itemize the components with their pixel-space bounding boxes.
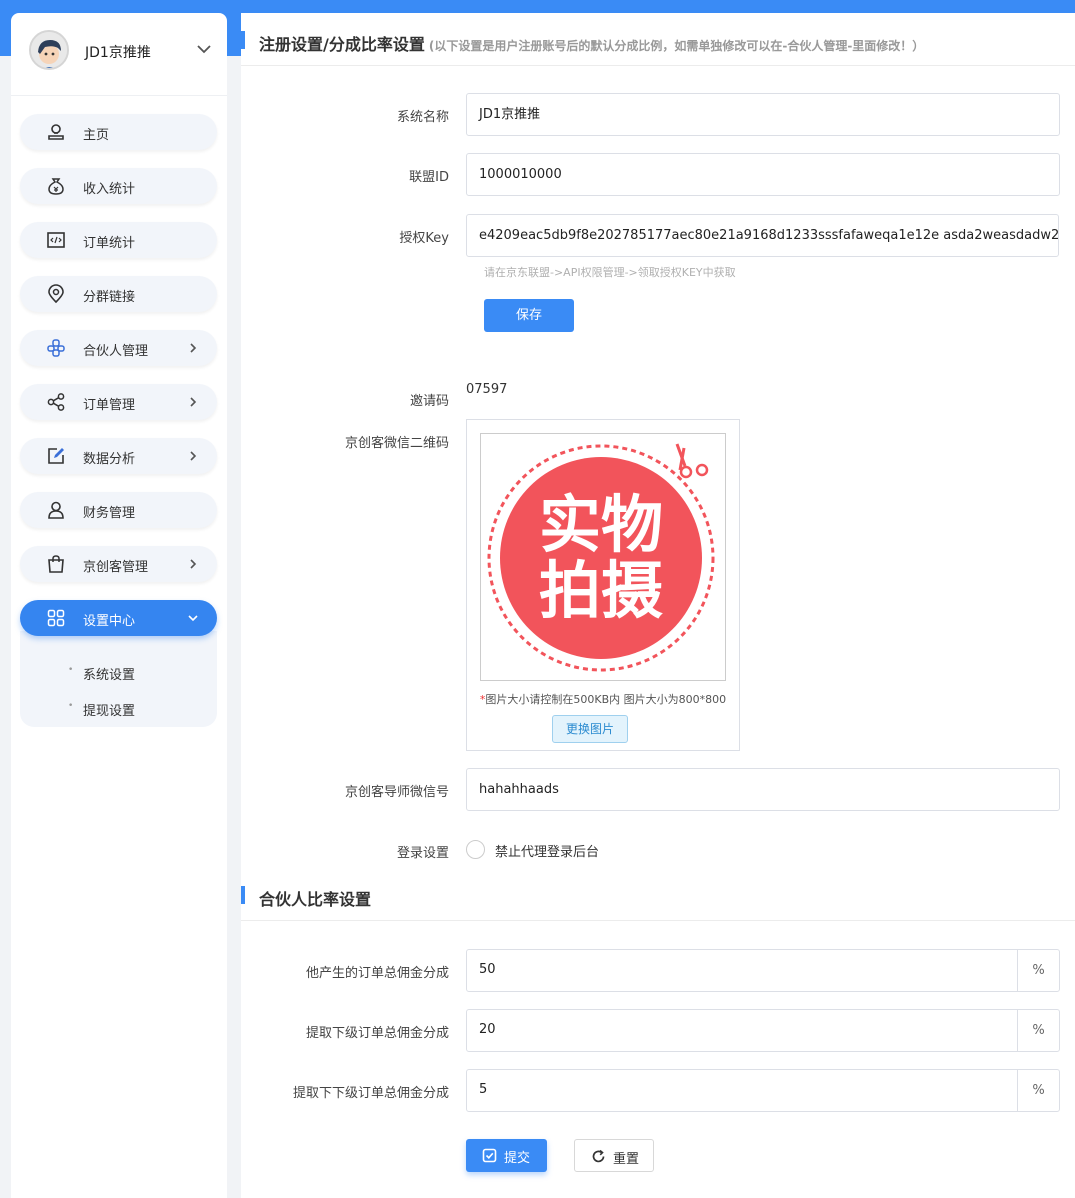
- sidebar-subitem-label: 系统设置: [83, 668, 136, 683]
- person-icon: [48, 501, 64, 519]
- chevron-right-icon: [190, 343, 197, 353]
- sidebar-item-jck-mgmt[interactable]: 京创客管理: [20, 546, 217, 582]
- user-profile[interactable]: JD1京推推: [11, 13, 227, 96]
- sidebar-item-label: 分群链接: [83, 290, 136, 305]
- rate-input-subsub-orders[interactable]: 5 %: [466, 1069, 1060, 1112]
- rate-input-sub-orders[interactable]: 20 %: [466, 1009, 1060, 1052]
- sidebar-subitem-system-settings[interactable]: • 系统设置: [20, 661, 217, 685]
- section-note: (以下设置是用户注册账号后的默认分成比例，如需单独修改可以在-合伙人管理-里面修…: [428, 39, 925, 53]
- qr-code-image: 实物 拍摄: [480, 433, 726, 681]
- auth-key-input[interactable]: e4209eac5db9f8e202785177aec80e21a9168d12…: [466, 214, 1059, 257]
- sidebar-item-income-stats[interactable]: 收入统计: [20, 168, 217, 204]
- sidebar-item-group-link[interactable]: 分群链接: [20, 276, 217, 312]
- percent-suffix: %: [1017, 950, 1059, 991]
- disable-agent-login-label[interactable]: 禁止代理登录后台: [495, 841, 599, 860]
- rate-value: 20: [479, 1022, 496, 1037]
- percent-suffix: %: [1017, 1010, 1059, 1051]
- sidebar-item-order-stats[interactable]: 订单统计: [20, 222, 217, 258]
- qr-upload-box: 实物 拍摄 *图片大小请控制在500KB内 图片大小为800*800 更换图片: [466, 419, 740, 751]
- rate-value: 5: [479, 1082, 488, 1097]
- user-badge-icon: [48, 124, 64, 140]
- auth-key-label: 授权Key: [399, 231, 449, 246]
- union-id-label: 联盟ID: [409, 170, 449, 185]
- submit-button[interactable]: 提交: [466, 1139, 547, 1172]
- sidebar: JD1京推推 主页 收入统计 订单统计 分群链接 合伙人管理 订单管理 数据分析…: [11, 13, 227, 1198]
- sidebar-item-finance-mgmt[interactable]: 财务管理: [20, 492, 217, 528]
- money-bag-icon: [48, 178, 64, 195]
- refresh-icon: [592, 1149, 605, 1163]
- divider: [241, 65, 1075, 66]
- mentor-wechat-label: 京创客导师微信号: [344, 785, 449, 800]
- sidebar-item-label: 主页: [83, 128, 110, 143]
- sidebar-subitem-label: 提现设置: [83, 704, 136, 719]
- avatar: [29, 30, 69, 70]
- save-button[interactable]: 保存: [484, 299, 574, 332]
- sidebar-item-label: 财务管理: [83, 506, 136, 521]
- section-title: 注册设置/分成比率设置 (以下设置是用户注册账号后的默认分成比例，如需单独修改可以…: [259, 31, 924, 55]
- shopping-bag-icon: [48, 555, 64, 573]
- sidebar-item-label: 合伙人管理: [83, 344, 149, 359]
- chevron-down-icon[interactable]: [195, 40, 213, 58]
- cross-nodes-icon: [47, 339, 65, 357]
- bullet-icon: •: [68, 665, 74, 675]
- sidebar-item-label: 收入统计: [83, 182, 136, 197]
- rate-input-own-orders[interactable]: 50 %: [466, 949, 1060, 992]
- rate-label: 他产生的订单总佣金分成: [305, 966, 449, 981]
- sidebar-item-order-mgmt[interactable]: 订单管理: [20, 384, 217, 420]
- share-icon: [47, 393, 65, 411]
- location-pin-icon: [48, 284, 64, 304]
- stamp-text-line1: 实物: [539, 491, 663, 560]
- reset-button[interactable]: 重置: [574, 1139, 654, 1172]
- percent-suffix: %: [1017, 1070, 1059, 1111]
- section-marker: [241, 31, 245, 49]
- sidebar-item-label: 设置中心: [83, 614, 136, 629]
- section-title: 合伙人比率设置: [259, 890, 372, 909]
- invite-code-value: 07597: [466, 382, 508, 397]
- checkbox-icon: [482, 1148, 497, 1163]
- settings-submenu: • 系统设置 • 提现设置: [20, 631, 217, 727]
- sidebar-item-label: 京创客管理: [83, 560, 149, 575]
- sidebar-item-partner-mgmt[interactable]: 合伙人管理: [20, 330, 217, 366]
- section-title-text: 注册设置/分成比率设置: [259, 35, 425, 54]
- qr-note: *图片大小请控制在500KB内 图片大小为800*800: [479, 693, 727, 706]
- login-settings-label: 登录设置: [396, 846, 449, 861]
- sidebar-subitem-withdraw-settings[interactable]: • 提现设置: [20, 697, 217, 721]
- submit-label: 提交: [504, 1151, 531, 1166]
- grid-icon: [47, 609, 65, 627]
- section-marker: [241, 886, 245, 904]
- chevron-right-icon: [190, 451, 197, 461]
- chevron-right-icon: [190, 397, 197, 407]
- disable-agent-login-radio[interactable]: [466, 840, 485, 859]
- stamp-text-line2: 拍摄: [539, 557, 663, 626]
- rate-label: 提取下下级订单总佣金分成: [292, 1086, 449, 1101]
- sidebar-item-home[interactable]: 主页: [20, 114, 217, 150]
- divider: [241, 920, 1075, 921]
- chevron-down-icon: [188, 615, 198, 622]
- edit-square-icon: [48, 448, 64, 464]
- sidebar-item-label: 订单管理: [83, 398, 136, 413]
- rate-value: 50: [479, 962, 496, 977]
- system-name-input[interactable]: JD1京推推: [466, 93, 1060, 136]
- code-window-icon: [47, 232, 65, 248]
- user-name: JD1京推推: [85, 45, 151, 61]
- main-content: 注册设置/分成比率设置 (以下设置是用户注册账号后的默认分成比例，如需单独修改可以…: [241, 13, 1075, 1198]
- scissors-icon: [675, 443, 709, 479]
- qr-code-label: 京创客微信二维码: [344, 436, 449, 451]
- reset-label: 重置: [613, 1152, 640, 1167]
- change-image-button[interactable]: 更换图片: [552, 715, 628, 743]
- sidebar-item-label: 数据分析: [83, 452, 136, 467]
- invite-code-label: 邀请码: [409, 394, 449, 409]
- sidebar-item-label: 订单统计: [83, 236, 136, 251]
- auth-key-hint: 请在京东联盟->API权限管理->领取授权KEY中获取: [484, 266, 736, 279]
- sidebar-item-data-analysis[interactable]: 数据分析: [20, 438, 217, 474]
- union-id-input[interactable]: 1000010000: [466, 153, 1060, 196]
- rate-label: 提取下级订单总佣金分成: [305, 1026, 449, 1041]
- mentor-wechat-input[interactable]: hahahhaads: [466, 768, 1060, 811]
- sidebar-item-settings-center[interactable]: 设置中心: [20, 600, 217, 636]
- bullet-icon: •: [68, 701, 74, 711]
- system-name-label: 系统名称: [396, 110, 449, 125]
- chevron-right-icon: [190, 559, 197, 569]
